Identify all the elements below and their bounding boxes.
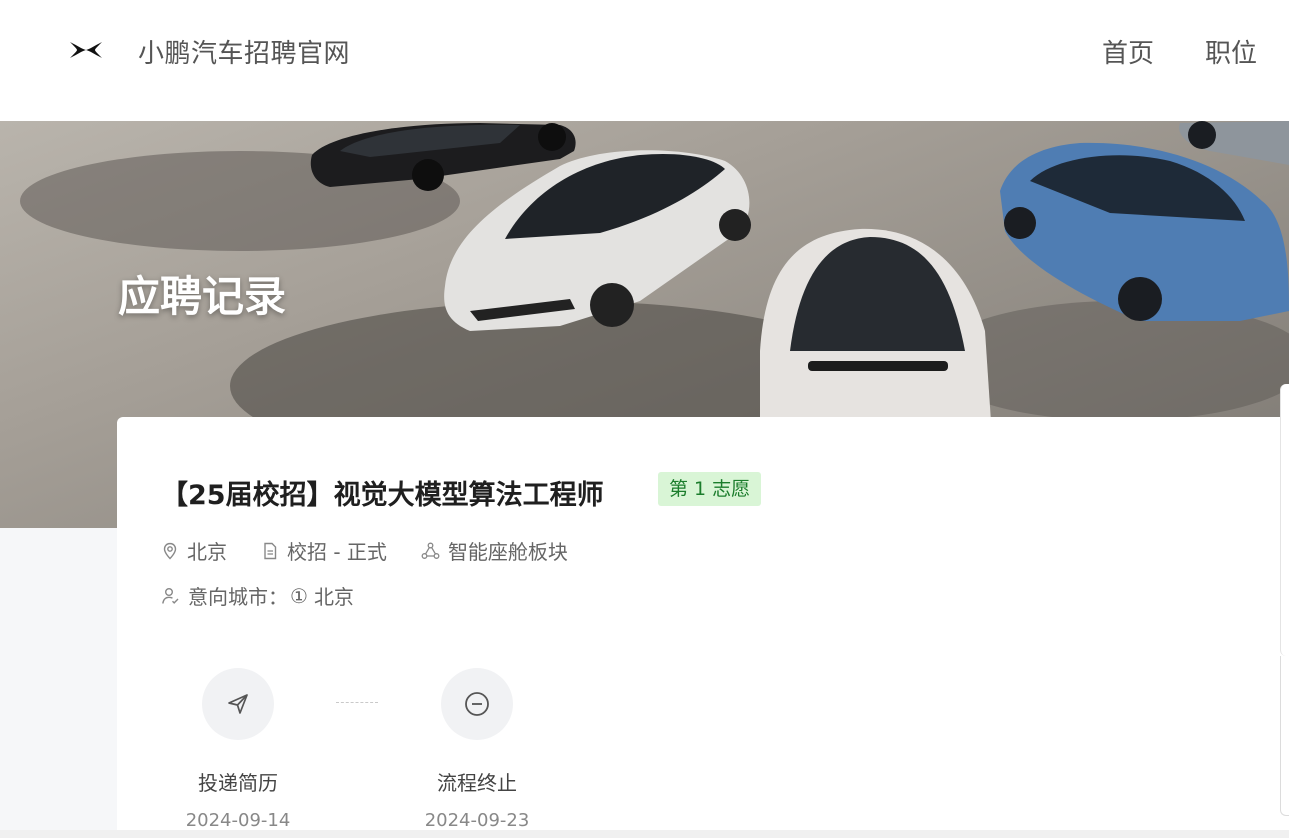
page-bottom-edge	[0, 830, 1289, 838]
document-icon	[264, 542, 277, 559]
nav-home[interactable]: 首页	[1102, 33, 1154, 70]
job-type: 校招 - 正式	[261, 536, 387, 565]
intended-city-label: 意向城市：	[188, 585, 288, 609]
xpeng-logo-icon[interactable]	[68, 38, 104, 62]
site-title[interactable]: 小鹏汽车招聘官网	[138, 33, 350, 70]
job-department: 智能座舱板块	[421, 536, 568, 565]
job-title[interactable]: 【25届校招】视觉大模型算法工程师	[161, 473, 604, 512]
minus-circle-icon	[465, 692, 489, 716]
job-department-text: 智能座舱板块	[447, 540, 568, 564]
application-card: 【25届校招】视觉大模型算法工程师 第 1 志愿 北京 校招 - 正式 智能座舱…	[117, 417, 1289, 838]
intended-city-index: ①	[290, 583, 308, 608]
intended-city-value: 北京	[313, 585, 354, 609]
progress-step-submitted: 投递简历 2024-09-14	[178, 668, 298, 831]
step-date: 2024-09-14	[185, 810, 291, 831]
step-label: 流程终止	[437, 771, 517, 795]
progress-step-terminated: 流程终止 2024-09-23	[417, 668, 537, 831]
send-icon	[228, 694, 248, 714]
org-structure-icon	[421, 542, 440, 559]
nav-jobs[interactable]: 职位	[1205, 33, 1257, 70]
intended-city-row: 意向城市： ① 北京	[161, 581, 354, 610]
job-location-text: 北京	[187, 540, 227, 564]
banner-title: 应聘记录	[118, 272, 287, 321]
step-icon-circle	[202, 668, 274, 740]
step-icon-circle	[441, 668, 513, 740]
step-connector	[336, 702, 378, 703]
job-meta-row: 北京 校招 - 正式 智能座舱板块	[161, 536, 602, 565]
step-date: 2024-09-23	[424, 810, 530, 831]
user-check-icon	[162, 587, 179, 604]
location-pin-icon	[163, 542, 177, 559]
side-panel-edge	[1280, 384, 1289, 656]
choice-badge: 第 1 志愿	[658, 472, 762, 506]
job-type-text: 校招 - 正式	[287, 540, 387, 564]
step-label: 投递简历	[198, 771, 278, 795]
site-header: 小鹏汽车招聘官网 首页 职位	[0, 0, 1289, 121]
side-panel-edge-lower	[1280, 656, 1289, 816]
job-location: 北京	[161, 536, 227, 565]
